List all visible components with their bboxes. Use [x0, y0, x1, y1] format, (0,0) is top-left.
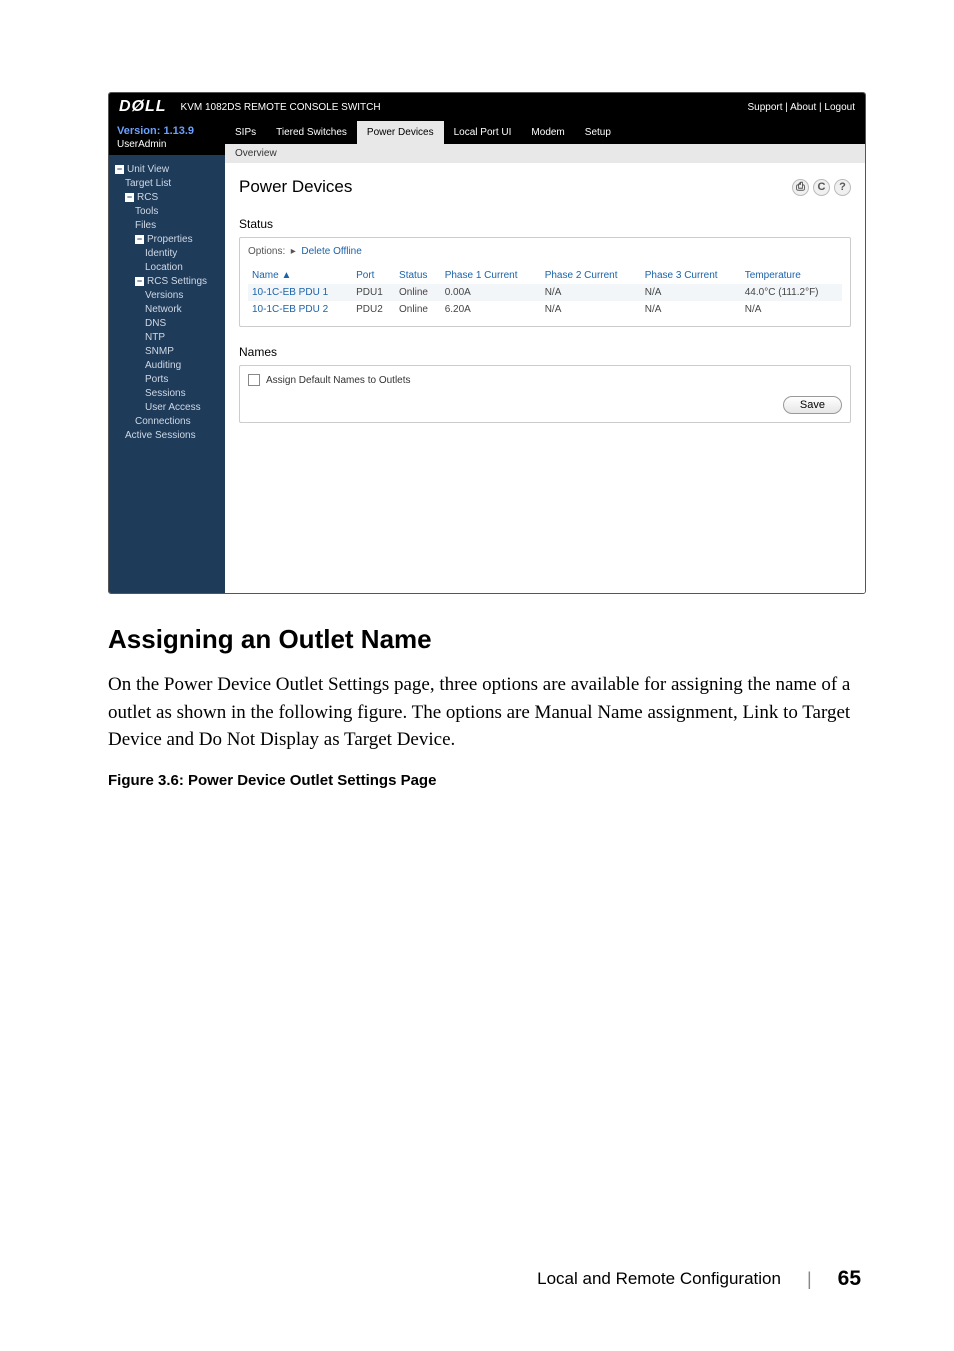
footer-title: Local and Remote Configuration [537, 1269, 781, 1289]
main-panel: SIPs Tiered Switches Power Devices Local… [225, 121, 865, 593]
section-paragraph: On the Power Device Outlet Settings page… [108, 671, 861, 754]
cell-p1: 6.20A [441, 301, 541, 318]
page-title: Power Devices [239, 177, 352, 197]
cell-status: Online [395, 284, 441, 301]
user-text: UserAdmin [117, 138, 217, 151]
tree-target-list[interactable]: Target List [115, 177, 223, 191]
cell-name[interactable]: 10-1C-EB PDU 2 [248, 301, 352, 318]
tree-sessions[interactable]: Sessions [115, 387, 223, 401]
refresh-icon[interactable]: C [813, 179, 830, 196]
col-name[interactable]: Name ▲ [248, 267, 352, 284]
cell-p3: N/A [641, 284, 741, 301]
table-row[interactable]: 10-1C-EB PDU 1 PDU1 Online 0.00A N/A N/A… [248, 284, 842, 301]
tree-location[interactable]: Location [115, 261, 223, 275]
collapse-icon[interactable]: − [125, 193, 134, 202]
cell-p3: N/A [641, 301, 741, 318]
collapse-icon[interactable]: − [135, 235, 144, 244]
tree-user-access[interactable]: User Access [115, 401, 223, 415]
section-heading: Assigning an Outlet Name [108, 624, 861, 655]
cell-port: PDU2 [352, 301, 395, 318]
names-section-label: Names [239, 345, 851, 359]
nav-tree: −Unit View Target List −RCS Tools Files … [109, 155, 225, 443]
version-block: Version: 1.13.9 UserAdmin [109, 121, 225, 155]
tree-files[interactable]: Files [115, 219, 223, 233]
cell-p2: N/A [541, 284, 641, 301]
col-phase3[interactable]: Phase 3 Current [641, 267, 741, 284]
tab-power-devices[interactable]: Power Devices [357, 121, 444, 144]
tree-versions[interactable]: Versions [115, 289, 223, 303]
table-row[interactable]: 10-1C-EB PDU 2 PDU2 Online 6.20A N/A N/A… [248, 301, 842, 318]
tree-active-sessions[interactable]: Active Sessions [115, 429, 223, 443]
cell-status: Online [395, 301, 441, 318]
help-icon[interactable]: ? [834, 179, 851, 196]
tree-tools[interactable]: Tools [115, 205, 223, 219]
save-button[interactable]: Save [783, 396, 842, 414]
tree-dns[interactable]: DNS [115, 317, 223, 331]
tree-snmp[interactable]: SNMP [115, 345, 223, 359]
collapse-icon[interactable]: − [135, 277, 144, 286]
status-section-label: Status [239, 217, 851, 231]
side-nav: Version: 1.13.9 UserAdmin −Unit View Tar… [109, 121, 225, 593]
delete-offline-link[interactable]: Delete Offline [301, 246, 361, 257]
cell-p2: N/A [541, 301, 641, 318]
col-phase1[interactable]: Phase 1 Current [441, 267, 541, 284]
cell-p1: 0.00A [441, 284, 541, 301]
tree-ntp[interactable]: NTP [115, 331, 223, 345]
subtab-overview[interactable]: Overview [225, 144, 865, 163]
tree-identity[interactable]: Identity [115, 247, 223, 261]
tree-connections[interactable]: Connections [115, 415, 223, 429]
col-phase2[interactable]: Phase 2 Current [541, 267, 641, 284]
power-devices-table: Name ▲ Port Status Phase 1 Current Phase… [248, 267, 842, 318]
options-prefix: Options: [248, 246, 285, 257]
page-footer: Local and Remote Configuration | 65 [0, 1267, 861, 1291]
version-text: Version: 1.13.9 [117, 125, 217, 138]
tree-rcs[interactable]: −RCS [115, 191, 223, 205]
cell-port: PDU1 [352, 284, 395, 301]
tree-rcs-settings[interactable]: −RCS Settings [115, 275, 223, 289]
tree-properties[interactable]: −Properties [115, 233, 223, 247]
collapse-icon[interactable]: − [115, 165, 124, 174]
title-bar: DØLL KVM 1082DS REMOTE CONSOLE SWITCH Su… [109, 93, 865, 121]
kvm-screenshot: DØLL KVM 1082DS REMOTE CONSOLE SWITCH Su… [108, 92, 866, 594]
options-line: Options: ▸ Delete Offline [248, 246, 842, 257]
checkbox-icon[interactable] [248, 374, 260, 386]
cell-temp: N/A [741, 301, 842, 318]
tab-local-port-ui[interactable]: Local Port UI [444, 121, 522, 144]
tab-modem[interactable]: Modem [521, 121, 574, 144]
figure-caption: Figure 3.6: Power Device Outlet Settings… [108, 772, 861, 789]
names-box: Assign Default Names to Outlets Save [239, 365, 851, 423]
cell-name[interactable]: 10-1C-EB PDU 1 [248, 284, 352, 301]
tree-ports[interactable]: Ports [115, 373, 223, 387]
footer-divider: | [807, 1269, 812, 1290]
col-port[interactable]: Port [352, 267, 395, 284]
col-status[interactable]: Status [395, 267, 441, 284]
tab-tiered-switches[interactable]: Tiered Switches [266, 121, 357, 144]
tree-network[interactable]: Network [115, 303, 223, 317]
status-box: Options: ▸ Delete Offline Name ▲ Port St… [239, 237, 851, 327]
tab-bar: SIPs Tiered Switches Power Devices Local… [225, 121, 865, 144]
tab-setup[interactable]: Setup [575, 121, 621, 144]
header-links[interactable]: Support | About | Logout [748, 102, 856, 113]
page-number: 65 [838, 1267, 861, 1291]
assign-default-names-label: Assign Default Names to Outlets [266, 375, 411, 386]
col-temp[interactable]: Temperature [741, 267, 842, 284]
dell-logo: DØLL [119, 98, 167, 116]
cell-temp: 44.0°C (111.2°F) [741, 284, 842, 301]
assign-default-names-row[interactable]: Assign Default Names to Outlets [248, 374, 842, 386]
print-icon[interactable]: ⎙ [792, 179, 809, 196]
tree-unit-view[interactable]: −Unit View [115, 163, 223, 177]
tab-sips[interactable]: SIPs [225, 121, 266, 144]
tree-auditing[interactable]: Auditing [115, 359, 223, 373]
action-badges: ⎙ C ? [792, 179, 851, 196]
product-name: KVM 1082DS REMOTE CONSOLE SWITCH [181, 102, 748, 113]
